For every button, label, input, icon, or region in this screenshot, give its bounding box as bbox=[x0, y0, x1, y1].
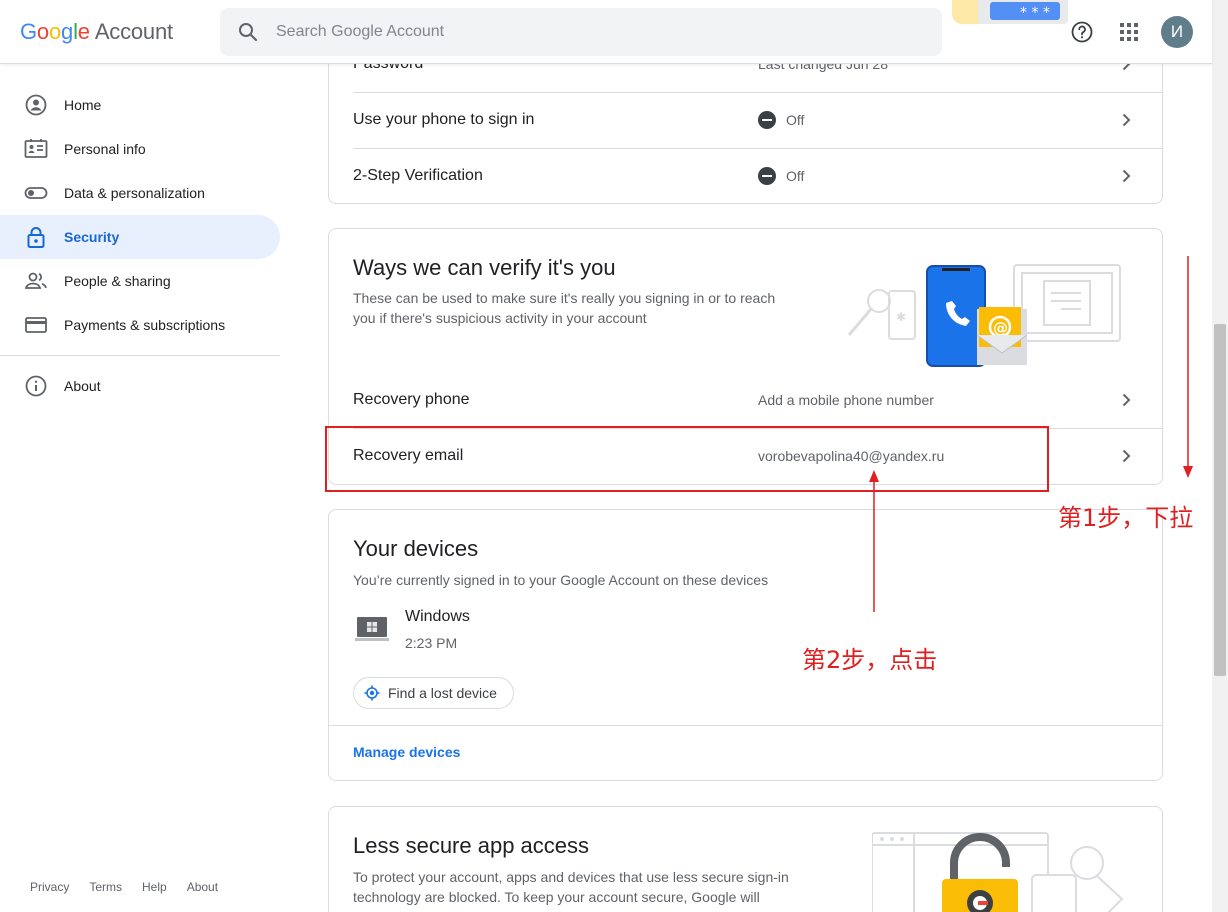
sidebar-item-payments[interactable]: Payments & subscriptions bbox=[0, 303, 280, 347]
two-step-row[interactable]: 2-Step Verification Off bbox=[353, 148, 1162, 204]
annotation-highlight-box bbox=[325, 426, 1049, 492]
annotation-arrow-down bbox=[1183, 256, 1193, 478]
chevron-right-icon bbox=[1122, 449, 1131, 463]
footer-about-link[interactable]: About bbox=[187, 880, 218, 894]
sidebar-item-home[interactable]: Home bbox=[0, 83, 280, 127]
home-icon bbox=[24, 93, 48, 117]
verify-description: These can be used to make sure it's real… bbox=[353, 290, 776, 326]
footer-help-link[interactable]: Help bbox=[142, 880, 167, 894]
top-bar: GoogleAccount * * * И bbox=[0, 0, 1212, 64]
recovery-phone-value: Add a mobile phone number bbox=[758, 392, 934, 408]
sidebar-item-label: People & sharing bbox=[64, 273, 171, 289]
phone-signin-row[interactable]: Use your phone to sign in Off bbox=[353, 92, 1162, 148]
chevron-right-icon bbox=[1122, 169, 1131, 183]
less-secure-illustration bbox=[872, 832, 1124, 912]
manage-devices-link[interactable]: Manage devices bbox=[353, 744, 460, 760]
sidebar-item-label: Home bbox=[64, 97, 102, 113]
people-icon bbox=[24, 269, 48, 293]
search-box[interactable] bbox=[220, 8, 942, 56]
less-secure-title: Less secure app access bbox=[353, 833, 590, 858]
annotation-step1: 第1步，下拉 bbox=[1058, 504, 1194, 532]
laptop-icon bbox=[355, 617, 389, 641]
google-account-logo[interactable]: Google Account bbox=[20, 19, 173, 45]
sidebar-divider bbox=[0, 355, 280, 356]
scrollbar-thumb[interactable] bbox=[1214, 324, 1226, 676]
info-icon bbox=[24, 374, 48, 398]
google-logo: Google bbox=[20, 19, 90, 44]
avatar[interactable]: И bbox=[1161, 16, 1193, 48]
logo-account-text: Account bbox=[94, 19, 173, 44]
apps-grid-icon[interactable] bbox=[1117, 20, 1141, 44]
sidebar-item-label: Data & personalization bbox=[64, 185, 205, 201]
search-icon[interactable] bbox=[236, 20, 260, 44]
page-scrollbar[interactable] bbox=[1212, 0, 1228, 912]
sidebar-item-data-personalization[interactable]: Data & personalization bbox=[0, 171, 280, 215]
card-icon bbox=[24, 313, 48, 337]
find-lost-device-button[interactable]: Find a lost device bbox=[353, 677, 514, 709]
device-time: 2:23 PM bbox=[405, 635, 458, 651]
sidebar-item-security[interactable]: Security bbox=[0, 215, 280, 259]
devices-title: Your devices bbox=[353, 536, 479, 561]
id-card-icon bbox=[24, 137, 48, 161]
footer-privacy-link[interactable]: Privacy bbox=[30, 880, 69, 894]
devices-description: You’re currently signed in to your Googl… bbox=[353, 572, 769, 588]
recovery-phone-row[interactable]: Recovery phone Add a mobile phone number bbox=[353, 372, 1162, 428]
card-divider bbox=[329, 725, 1162, 726]
verify-title: Ways we can verify it's you bbox=[353, 255, 616, 280]
less-secure-description: To protect your account, apps and device… bbox=[353, 869, 789, 905]
footer-links: Privacy Terms Help About bbox=[30, 880, 218, 894]
device-name: Windows bbox=[405, 608, 470, 625]
locate-icon bbox=[364, 685, 380, 701]
devices-card: Your devices You’re currently signed in … bbox=[328, 509, 1163, 781]
help-icon[interactable] bbox=[1070, 20, 1094, 44]
header-illustration: * * * bbox=[948, 0, 1068, 28]
lock-icon bbox=[24, 225, 48, 249]
sidebar-item-label: Security bbox=[64, 229, 120, 245]
sidebar-item-label: About bbox=[64, 378, 101, 394]
off-status-icon bbox=[758, 111, 776, 129]
off-status-icon bbox=[758, 167, 776, 185]
footer-terms-link[interactable]: Terms bbox=[89, 880, 122, 894]
chevron-right-icon bbox=[1122, 113, 1131, 127]
sidebar-item-label: Payments & subscriptions bbox=[64, 317, 226, 333]
sidebar-item-people-sharing[interactable]: People & sharing bbox=[0, 259, 280, 303]
sidebar-item-about[interactable]: About bbox=[0, 364, 280, 408]
verify-illustration: ✱ @ bbox=[847, 264, 1121, 367]
sidebar-nav: Home Personal info Data & personalizatio… bbox=[0, 64, 280, 408]
sidebar-item-label: Personal info bbox=[64, 141, 146, 157]
two-step-status: Off bbox=[786, 168, 805, 184]
svg-text:✱: ✱ bbox=[896, 310, 906, 324]
phone-signin-status: Off bbox=[786, 112, 805, 128]
search-input[interactable] bbox=[276, 8, 916, 56]
svg-text:@: @ bbox=[993, 319, 1008, 337]
sidebar-item-personal-info[interactable]: Personal info bbox=[0, 127, 280, 171]
toggle-icon bbox=[24, 181, 48, 205]
annotation-arrow-up bbox=[869, 470, 879, 612]
svg-text:* * *: * * * bbox=[1020, 5, 1050, 21]
less-secure-card: Less secure app access To protect your a… bbox=[328, 806, 1163, 912]
chevron-right-icon bbox=[1122, 393, 1131, 407]
annotation-step2: 第2步，点击 bbox=[802, 646, 938, 674]
